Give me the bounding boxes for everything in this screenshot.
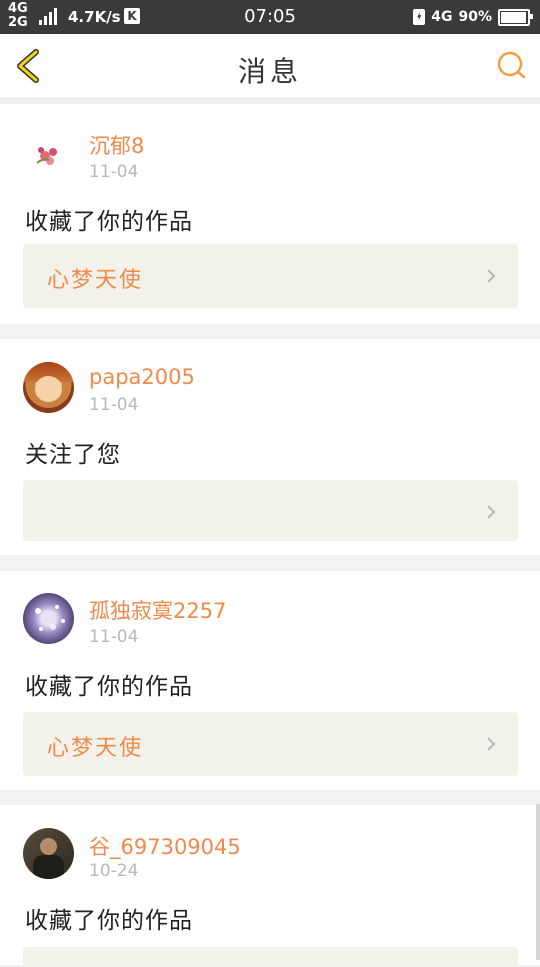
- network-type-right: 4G: [431, 9, 453, 25]
- message-item[interactable]: 孤独寂寞2257 11-04 收藏了你的作品 心梦天使: [0, 571, 540, 790]
- sparkle-icon: [35, 605, 65, 631]
- message-action: 关注了您: [25, 442, 121, 468]
- username[interactable]: papa2005: [89, 365, 195, 389]
- chevron-right-icon: [487, 737, 496, 751]
- message-item[interactable]: 谷_697309045 10-24 收藏了你的作品: [0, 805, 540, 967]
- work-link[interactable]: 心梦天使: [23, 244, 518, 308]
- search-icon[interactable]: [496, 50, 526, 80]
- message-date: 11-04: [89, 395, 139, 415]
- work-link[interactable]: [23, 480, 518, 541]
- status-bar: 4G 2G 4.7K/s K 07:05 4G 90%: [0, 0, 540, 34]
- username[interactable]: 孤独寂寞2257: [89, 595, 226, 625]
- message-date: 11-04: [89, 627, 139, 647]
- scrollbar[interactable]: [536, 804, 540, 960]
- charging-icon: [413, 9, 426, 25]
- battery-icon: [498, 8, 533, 26]
- message-item[interactable]: 沉郁8 11-04 收藏了你的作品 心梦天使: [0, 104, 540, 324]
- battery-percent: 90%: [458, 9, 492, 25]
- message-date: 11-04: [89, 162, 139, 182]
- message-date: 10-24: [89, 861, 139, 881]
- username[interactable]: 沉郁8: [89, 130, 144, 160]
- message-action: 收藏了你的作品: [25, 908, 193, 934]
- work-title: 心梦天使: [47, 268, 144, 293]
- nav-bar: 消息: [0, 34, 540, 99]
- work-title: 心梦天使: [47, 736, 144, 761]
- message-action: 收藏了你的作品: [25, 209, 193, 235]
- avatar[interactable]: [23, 130, 74, 181]
- avatar[interactable]: [23, 362, 74, 413]
- page-title: 消息: [237, 55, 302, 88]
- message-action: 收藏了你的作品: [25, 674, 193, 700]
- work-link[interactable]: 心梦天使: [23, 712, 518, 776]
- chevron-right-icon: [487, 269, 496, 283]
- message-item[interactable]: papa2005 11-04 关注了您: [0, 339, 540, 555]
- flower-icon: [36, 147, 57, 165]
- work-link[interactable]: [23, 947, 518, 967]
- chevron-right-icon: [487, 505, 496, 519]
- avatar[interactable]: [23, 828, 74, 879]
- avatar[interactable]: [23, 593, 74, 644]
- username[interactable]: 谷_697309045: [89, 831, 241, 861]
